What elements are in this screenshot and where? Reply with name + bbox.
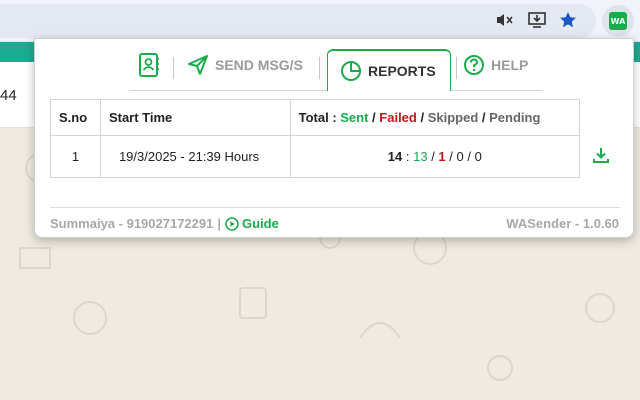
page-number-fragment: 44 <box>0 87 17 104</box>
mute-site-icon[interactable] <box>493 9 515 31</box>
cell-failed: 1 <box>438 149 446 164</box>
download-report-button[interactable] <box>590 144 612 166</box>
tab-help-label: HELP <box>491 57 529 73</box>
table-header-row: S.no Start Time Total : Sent / Failed / … <box>50 99 581 136</box>
download-icon <box>593 148 609 163</box>
contacts-book-icon <box>139 53 159 77</box>
cell-sent: 13 <box>413 149 428 164</box>
header-sep: / <box>416 110 428 125</box>
install-app-icon[interactable] <box>526 9 548 31</box>
cell-sno: 1 <box>50 135 101 178</box>
cell-start-time: 19/3/2025 - 21:39 Hours <box>99 135 291 178</box>
footer-user-info: Summaiya - 919027172291 | Guide <box>50 216 279 231</box>
header-failed: Failed <box>379 110 417 125</box>
browser-toolbar: WA <box>0 0 640 42</box>
cell-pending: 0 <box>474 149 482 164</box>
header-sent: Sent <box>340 110 369 125</box>
header-total: Total : Sent / Failed / Skipped / Pendin… <box>289 99 581 136</box>
header-skipped: Skipped <box>427 110 479 125</box>
bookmark-star-icon[interactable] <box>557 9 579 31</box>
header-sep: / <box>478 110 490 125</box>
cell-total: 14 <box>387 149 403 164</box>
footer-version: WASender - 1.0.60 <box>506 216 619 231</box>
tab-bar: SEND MSG/S REPORTS HELP <box>129 39 543 91</box>
tab-reports[interactable]: REPORTS <box>327 49 451 91</box>
pie-chart-icon <box>341 61 361 81</box>
help-circle-icon <box>464 55 484 75</box>
header-sep: / <box>368 110 380 125</box>
tab-reports-label: REPORTS <box>368 63 436 79</box>
tab-contacts[interactable] <box>137 49 161 81</box>
header-pending: Pending <box>489 110 541 125</box>
guide-label: Guide <box>242 216 279 231</box>
cell-totals: 14 : 13 / 1 / 0 / 0 <box>289 135 581 178</box>
tab-help[interactable]: HELP <box>463 49 528 81</box>
footer-divider-bar: | <box>217 216 221 231</box>
guide-link[interactable]: Guide <box>225 216 279 231</box>
tab-divider <box>173 57 174 79</box>
tab-send-msgs[interactable]: SEND MSG/S <box>187 49 303 81</box>
tab-send-label: SEND MSG/S <box>215 57 303 73</box>
wasender-extension-button[interactable]: WA <box>602 5 634 37</box>
header-total-prefix: Total : <box>298 110 341 125</box>
table-row: 1 19/3/2025 - 21:39 Hours 14 : 13 / 1 / … <box>50 135 581 178</box>
header-sno: S.no <box>50 99 101 136</box>
wasender-popup: SEND MSG/S REPORTS HELP S.no Start Time … <box>34 38 634 238</box>
tab-divider <box>456 57 457 79</box>
footer-divider <box>50 207 620 208</box>
send-plane-icon <box>188 55 208 75</box>
tab-divider <box>319 57 320 79</box>
header-start-time: Start Time <box>99 99 291 136</box>
wa-badge-icon: WA <box>609 12 627 30</box>
cell-skipped: 0 <box>456 149 464 164</box>
play-circle-icon <box>225 216 239 231</box>
reports-table: S.no Start Time Total : Sent / Failed / … <box>50 99 581 178</box>
footer-user: Summaiya - 919027172291 <box>50 216 214 231</box>
